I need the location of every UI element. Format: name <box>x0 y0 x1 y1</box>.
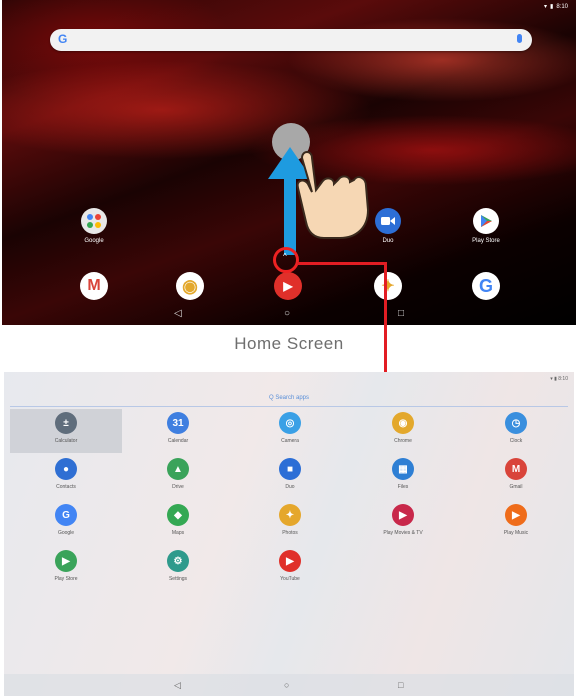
drive-icon: ▲ <box>167 458 189 480</box>
app-gmail[interactable]: M Gmail <box>476 458 556 490</box>
app-label: Calendar <box>167 438 189 444</box>
duo-icon: ■ <box>279 458 301 480</box>
app-label: Contacts <box>56 484 76 490</box>
google-icon[interactable]: G <box>472 272 500 300</box>
status-bar: ▾ ▮ 8:10 <box>550 376 568 382</box>
back-button[interactable]: ◁ <box>174 308 182 319</box>
app-label: Camera <box>281 438 299 444</box>
app-duo[interactable]: ■ Duo <box>250 458 330 490</box>
photos-icon[interactable]: ✦ <box>374 272 402 300</box>
app-play-movies[interactable]: ▶ Play Movies & TV <box>363 504 443 536</box>
app-label: Files <box>397 484 409 490</box>
battery-icon: ▮ <box>550 4 554 10</box>
app-label: Play Movies & TV <box>383 530 423 536</box>
app-files[interactable]: ▦ Files <box>363 458 443 490</box>
status-bar: ▾ ▮ 8:10 <box>543 3 568 11</box>
app-photos[interactable]: ✦ Photos <box>250 504 330 536</box>
recents-button[interactable]: □ <box>398 308 404 319</box>
app-contacts[interactable]: ● Contacts <box>26 458 106 490</box>
chrome-icon[interactable]: ◉ <box>176 272 204 300</box>
app-label: Maps <box>171 530 185 536</box>
youtube-icon[interactable]: ▶ <box>274 272 302 300</box>
caption: Home Screen <box>234 334 344 353</box>
chevron-up-icon: ^ <box>283 252 287 261</box>
play-movies-icon: ▶ <box>392 504 414 526</box>
app-chrome[interactable]: ◉ Chrome <box>363 412 443 444</box>
google-icon: G <box>55 504 77 526</box>
app-settings[interactable]: ⚙ Settings <box>138 550 218 582</box>
contacts-icon: ● <box>55 458 77 480</box>
clock-icon: ◷ <box>505 412 527 434</box>
app-label: Drive <box>172 484 184 490</box>
photos-icon: ✦ <box>279 504 301 526</box>
app-label: Photos <box>282 530 298 536</box>
app-label: Settings <box>168 576 188 582</box>
camera-icon: ◎ <box>279 412 301 434</box>
google-folder-icon <box>81 208 107 234</box>
app-drive[interactable]: ▲ Drive <box>138 458 218 490</box>
app-label: Google <box>84 238 104 244</box>
home-button[interactable]: ○ <box>284 680 289 690</box>
home-app-google[interactable]: Google <box>64 208 124 244</box>
calendar-icon: 31 <box>167 412 189 434</box>
back-button[interactable]: ◁ <box>174 680 181 691</box>
home-button[interactable]: ○ <box>284 308 290 319</box>
settings-icon: ⚙ <box>167 550 189 572</box>
app-label: Gmail <box>509 484 523 490</box>
files-icon: ▦ <box>392 458 414 480</box>
google-g-icon: G <box>58 32 68 46</box>
app-google[interactable]: G Google <box>26 504 106 536</box>
wifi-icon: ▾ <box>543 4 547 10</box>
app-label: Clock <box>509 438 523 444</box>
app-calculator[interactable]: ± Calculator <box>26 412 106 444</box>
app-label: Google <box>57 530 75 536</box>
youtube-icon: ▶ <box>279 550 301 572</box>
play-store-icon <box>473 208 499 234</box>
duo-icon <box>375 208 401 234</box>
chrome-icon: ◉ <box>392 412 414 434</box>
play-store-icon: ▶ <box>55 550 77 572</box>
app-label: Chrome <box>394 438 412 444</box>
app-play-music[interactable]: ▶ Play Music <box>476 504 556 536</box>
play-music-icon: ▶ <box>505 504 527 526</box>
app-label: Play Store <box>472 238 500 244</box>
home-app-play-store[interactable]: Play Store <box>456 208 516 244</box>
app-label: Duo <box>285 484 295 490</box>
app-clock[interactable]: ◷ Clock <box>476 412 556 444</box>
connector-line <box>297 262 385 265</box>
mic-icon[interactable] <box>517 34 522 43</box>
app-label: Calculator <box>54 438 78 444</box>
app-calendar[interactable]: 31 Calendar <box>138 412 218 444</box>
app-label: Play Store <box>54 576 78 582</box>
status-time: 8:10 <box>556 3 568 10</box>
calculator-icon: ± <box>55 412 77 434</box>
app-label: YouTube <box>280 576 300 582</box>
app-maps[interactable]: ◆ Maps <box>138 504 218 536</box>
app-play-store[interactable]: ▶ Play Store <box>26 550 106 582</box>
gmail-icon[interactable]: M <box>80 272 108 300</box>
app-youtube[interactable]: ▶ YouTube <box>250 550 330 582</box>
hand-pointer-icon <box>296 151 370 239</box>
app-camera[interactable]: ◎ Camera <box>250 412 330 444</box>
search-apps-field[interactable]: Q Search apps <box>10 390 568 406</box>
maps-icon: ◆ <box>167 504 189 526</box>
home-screen-screenshot: ▾ ▮ 8:10 G Google Duo Play Store M ◉ ▶ ✦… <box>2 0 576 325</box>
gmail-icon: M <box>505 458 527 480</box>
google-search-bar[interactable]: G <box>50 29 532 51</box>
app-drawer-screenshot: ▾ ▮ 8:10 Q Search apps ± Calculator 31 Cale… <box>4 372 574 696</box>
divider <box>10 406 568 407</box>
app-label: Play Music <box>503 530 529 536</box>
recents-button[interactable]: □ <box>398 680 403 690</box>
